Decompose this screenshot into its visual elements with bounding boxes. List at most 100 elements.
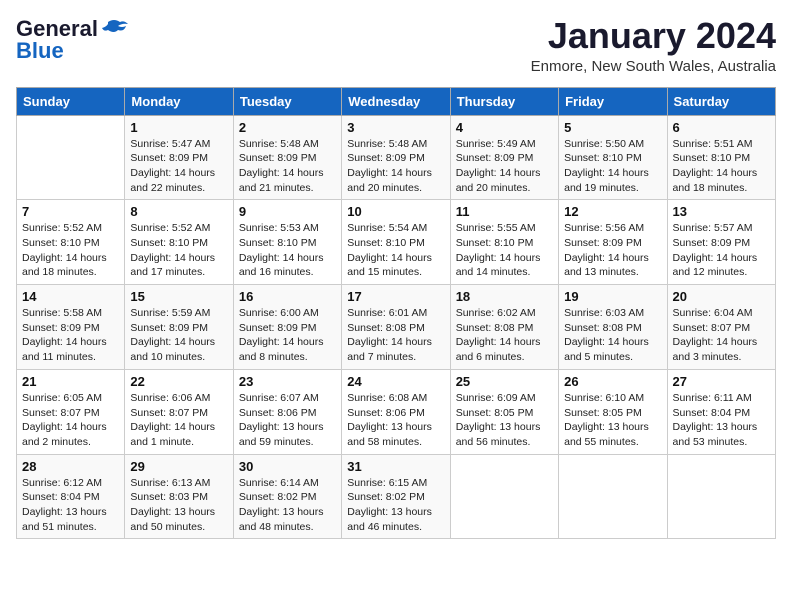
day-info: Sunrise: 5:56 AMSunset: 8:09 PMDaylight:… <box>564 221 661 280</box>
calendar-cell: 2Sunrise: 5:48 AMSunset: 8:09 PMDaylight… <box>233 115 341 200</box>
calendar-cell: 24 Sunrise: 6:08 AMSunset: 8:06 PMDayligh… <box>342 369 450 454</box>
header: General Blue January 2024 Enmore, New So… <box>16 16 776 75</box>
calendar-cell: 10Sunrise: 5:54 AMSunset: 8:10 PMDayligh… <box>342 200 450 285</box>
day-info: Sunrise: 6:02 AMSunset: 8:08 PMDaylight:… <box>456 306 553 365</box>
calendar-cell: 23 Sunrise: 6:07 AMSunset: 8:06 PMDayligh… <box>233 369 341 454</box>
day-info: Sunrise: 6:07 AMSunset: 8:06 PMDaylight:… <box>239 391 336 450</box>
day-info: Sunrise: 6:09 AMSunset: 8:05 PMDaylight:… <box>456 391 553 450</box>
calendar-cell: 29 Sunrise: 6:13 AMSunset: 8:03 PMDayligh… <box>125 454 233 539</box>
day-number: 27 <box>673 374 770 389</box>
calendar-cell: 6 Sunrise: 5:51 AMSunset: 8:10 PMDaylight… <box>667 115 775 200</box>
calendar-title: January 2024 <box>531 16 776 56</box>
day-number: 3 <box>347 120 444 135</box>
day-info: Sunrise: 5:47 AMSunset: 8:09 PMDaylight:… <box>130 137 227 196</box>
day-number: 16 <box>239 289 336 304</box>
day-info: Sunrise: 6:11 AMSunset: 8:04 PMDaylight:… <box>673 391 770 450</box>
calendar-cell: 14Sunrise: 5:58 AMSunset: 8:09 PMDayligh… <box>17 285 125 370</box>
weekday-header-row: SundayMondayTuesdayWednesdayThursdayFrid… <box>17 87 776 115</box>
calendar-cell: 22 Sunrise: 6:06 AMSunset: 8:07 PMDayligh… <box>125 369 233 454</box>
calendar-cell: 5Sunrise: 5:50 AMSunset: 8:10 PMDaylight… <box>559 115 667 200</box>
day-number: 18 <box>456 289 553 304</box>
day-number: 25 <box>456 374 553 389</box>
day-info: Sunrise: 5:49 AMSunset: 8:09 PMDaylight:… <box>456 137 553 196</box>
weekday-header-monday: Monday <box>125 87 233 115</box>
day-number: 20 <box>673 289 770 304</box>
day-info: Sunrise: 6:05 AMSunset: 8:07 PMDaylight:… <box>22 391 119 450</box>
day-number: 24 <box>347 374 444 389</box>
calendar-cell <box>559 454 667 539</box>
calendar-cell: 16Sunrise: 6:00 AMSunset: 8:09 PMDayligh… <box>233 285 341 370</box>
day-info: Sunrise: 6:06 AMSunset: 8:07 PMDaylight:… <box>130 391 227 450</box>
day-info: Sunrise: 6:10 AMSunset: 8:05 PMDaylight:… <box>564 391 661 450</box>
day-number: 5 <box>564 120 661 135</box>
day-info: Sunrise: 6:08 AMSunset: 8:06 PMDaylight:… <box>347 391 444 450</box>
day-number: 6 <box>673 120 770 135</box>
calendar-cell: 19Sunrise: 6:03 AMSunset: 8:08 PMDayligh… <box>559 285 667 370</box>
day-number: 15 <box>130 289 227 304</box>
calendar-week-row: 7 Sunrise: 5:52 AMSunset: 8:10 PMDaylight… <box>17 200 776 285</box>
day-info: Sunrise: 6:12 AMSunset: 8:04 PMDaylight:… <box>22 476 119 535</box>
day-number: 17 <box>347 289 444 304</box>
calendar-cell: 9Sunrise: 5:53 AMSunset: 8:10 PMDaylight… <box>233 200 341 285</box>
calendar-week-row: 28 Sunrise: 6:12 AMSunset: 8:04 PMDayligh… <box>17 454 776 539</box>
weekday-header-friday: Friday <box>559 87 667 115</box>
day-info: Sunrise: 5:59 AMSunset: 8:09 PMDaylight:… <box>130 306 227 365</box>
calendar-cell: 1 Sunrise: 5:47 AMSunset: 8:09 PMDaylight… <box>125 115 233 200</box>
day-number: 7 <box>22 204 119 219</box>
logo-bird-icon <box>100 18 130 40</box>
calendar-table: SundayMondayTuesdayWednesdayThursdayFrid… <box>16 87 776 540</box>
day-info: Sunrise: 6:03 AMSunset: 8:08 PMDaylight:… <box>564 306 661 365</box>
weekday-header-thursday: Thursday <box>450 87 558 115</box>
day-number: 29 <box>130 459 227 474</box>
calendar-cell: 11 Sunrise: 5:55 AMSunset: 8:10 PMDayligh… <box>450 200 558 285</box>
calendar-week-row: 21 Sunrise: 6:05 AMSunset: 8:07 PMDayligh… <box>17 369 776 454</box>
day-number: 1 <box>130 120 227 135</box>
calendar-week-row: 1 Sunrise: 5:47 AMSunset: 8:09 PMDaylight… <box>17 115 776 200</box>
day-number: 11 <box>456 204 553 219</box>
weekday-header-tuesday: Tuesday <box>233 87 341 115</box>
calendar-cell: 30Sunrise: 6:14 AMSunset: 8:02 PMDayligh… <box>233 454 341 539</box>
weekday-header-saturday: Saturday <box>667 87 775 115</box>
day-info: Sunrise: 6:04 AMSunset: 8:07 PMDaylight:… <box>673 306 770 365</box>
calendar-cell: 3 Sunrise: 5:48 AMSunset: 8:09 PMDaylight… <box>342 115 450 200</box>
calendar-cell: 18 Sunrise: 6:02 AMSunset: 8:08 PMDayligh… <box>450 285 558 370</box>
day-info: Sunrise: 5:55 AMSunset: 8:10 PMDaylight:… <box>456 221 553 280</box>
logo-blue: Blue <box>16 38 64 64</box>
day-info: Sunrise: 5:51 AMSunset: 8:10 PMDaylight:… <box>673 137 770 196</box>
calendar-cell: 28 Sunrise: 6:12 AMSunset: 8:04 PMDayligh… <box>17 454 125 539</box>
day-info: Sunrise: 5:53 AMSunset: 8:10 PMDaylight:… <box>239 221 336 280</box>
calendar-cell: 20 Sunrise: 6:04 AMSunset: 8:07 PMDayligh… <box>667 285 775 370</box>
day-info: Sunrise: 5:48 AMSunset: 8:09 PMDaylight:… <box>347 137 444 196</box>
day-number: 23 <box>239 374 336 389</box>
day-info: Sunrise: 5:57 AMSunset: 8:09 PMDaylight:… <box>673 221 770 280</box>
calendar-cell: 17 Sunrise: 6:01 AMSunset: 8:08 PMDayligh… <box>342 285 450 370</box>
day-number: 2 <box>239 120 336 135</box>
calendar-cell: 25 Sunrise: 6:09 AMSunset: 8:05 PMDayligh… <box>450 369 558 454</box>
day-info: Sunrise: 6:13 AMSunset: 8:03 PMDaylight:… <box>130 476 227 535</box>
calendar-cell: 13 Sunrise: 5:57 AMSunset: 8:09 PMDayligh… <box>667 200 775 285</box>
calendar-cell: 31Sunrise: 6:15 AMSunset: 8:02 PMDayligh… <box>342 454 450 539</box>
calendar-cell: 27 Sunrise: 6:11 AMSunset: 8:04 PMDayligh… <box>667 369 775 454</box>
day-info: Sunrise: 5:52 AMSunset: 8:10 PMDaylight:… <box>22 221 119 280</box>
day-number: 21 <box>22 374 119 389</box>
weekday-header-wednesday: Wednesday <box>342 87 450 115</box>
day-number: 22 <box>130 374 227 389</box>
day-info: Sunrise: 6:15 AMSunset: 8:02 PMDaylight:… <box>347 476 444 535</box>
day-info: Sunrise: 5:54 AMSunset: 8:10 PMDaylight:… <box>347 221 444 280</box>
day-number: 13 <box>673 204 770 219</box>
calendar-subtitle: Enmore, New South Wales, Australia <box>531 58 776 75</box>
weekday-header-sunday: Sunday <box>17 87 125 115</box>
calendar-cell <box>17 115 125 200</box>
day-info: Sunrise: 6:14 AMSunset: 8:02 PMDaylight:… <box>239 476 336 535</box>
calendar-cell: 4Sunrise: 5:49 AMSunset: 8:09 PMDaylight… <box>450 115 558 200</box>
calendar-cell: 26Sunrise: 6:10 AMSunset: 8:05 PMDayligh… <box>559 369 667 454</box>
calendar-cell: 21 Sunrise: 6:05 AMSunset: 8:07 PMDayligh… <box>17 369 125 454</box>
day-number: 28 <box>22 459 119 474</box>
calendar-cell <box>450 454 558 539</box>
day-info: Sunrise: 6:01 AMSunset: 8:08 PMDaylight:… <box>347 306 444 365</box>
calendar-cell: 12Sunrise: 5:56 AMSunset: 8:09 PMDayligh… <box>559 200 667 285</box>
calendar-week-row: 14Sunrise: 5:58 AMSunset: 8:09 PMDayligh… <box>17 285 776 370</box>
calendar-cell: 7 Sunrise: 5:52 AMSunset: 8:10 PMDaylight… <box>17 200 125 285</box>
calendar-cell <box>667 454 775 539</box>
logo: General Blue <box>16 16 130 64</box>
